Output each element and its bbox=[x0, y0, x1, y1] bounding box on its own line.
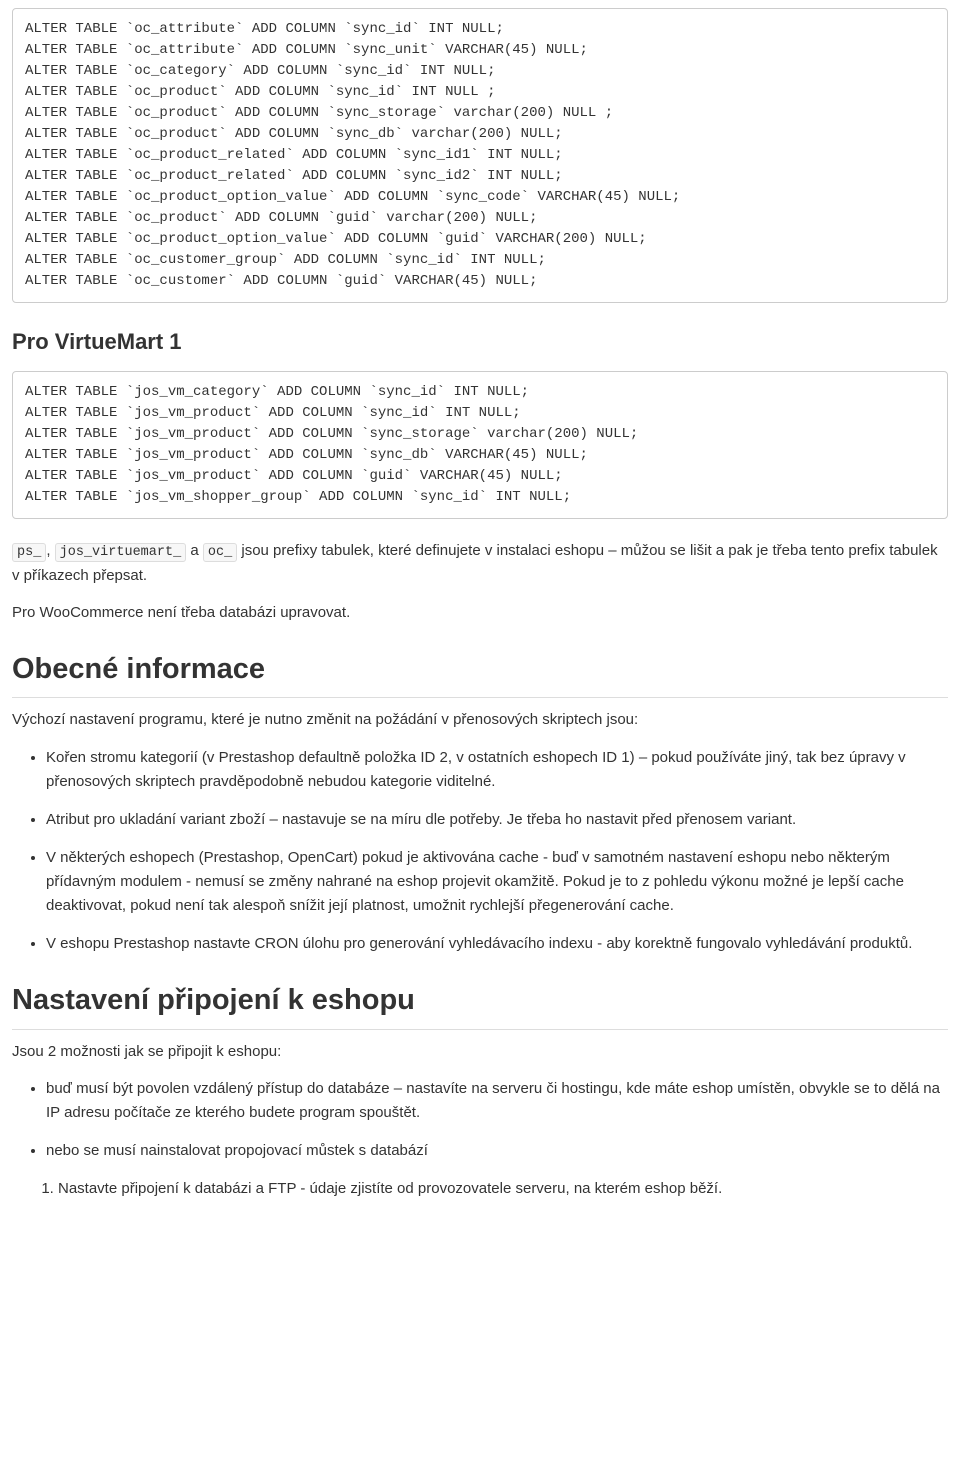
pripojeni-ordered-list: Nastavte připojení k databázi a FTP - úd… bbox=[12, 1177, 948, 1201]
list-item: nebo se musí nainstalovat propojovací mů… bbox=[46, 1139, 948, 1163]
prefix-code-oc: oc_ bbox=[203, 543, 237, 562]
list-item: Atribut pro ukladání variant zboží – nas… bbox=[46, 808, 948, 832]
sql-code-block-virtuemart: ALTER TABLE `jos_vm_category` ADD COLUMN… bbox=[12, 371, 948, 519]
separator-text: , bbox=[46, 542, 54, 559]
heading-nastaveni-pripojeni: Nastavení připojení k eshopu bbox=[12, 978, 948, 1030]
intro-obecne: Výchozí nastavení programu, které je nut… bbox=[12, 708, 948, 731]
prefix-paragraph: ps_, jos_virtuemart_ a oc_ jsou prefixy … bbox=[12, 539, 948, 587]
list-item: V eshopu Prestashop nastavte CRON úlohu … bbox=[46, 932, 948, 956]
list-item: buď musí být povolen vzdálený přístup do… bbox=[46, 1077, 948, 1125]
list-item: V některých eshopech (Prestashop, OpenCa… bbox=[46, 846, 948, 918]
obecne-list: Kořen stromu kategorií (v Prestashop def… bbox=[12, 746, 948, 956]
intro-pripojeni: Jsou 2 možnosti jak se připojit k eshopu… bbox=[12, 1040, 948, 1063]
prefix-code-ps: ps_ bbox=[12, 543, 46, 562]
pripojeni-list: buď musí být povolen vzdálený přístup do… bbox=[12, 1077, 948, 1163]
list-item: Kořen stromu kategorií (v Prestashop def… bbox=[46, 746, 948, 794]
separator-text: a bbox=[186, 542, 203, 559]
list-item: Nastavte připojení k databázi a FTP - úd… bbox=[58, 1177, 948, 1201]
sql-code-block-opencart: ALTER TABLE `oc_attribute` ADD COLUMN `s… bbox=[12, 8, 948, 303]
heading-virtuemart: Pro VirtueMart 1 bbox=[12, 325, 948, 359]
heading-obecne-informace: Obecné informace bbox=[12, 647, 948, 699]
woocommerce-note: Pro WooCommerce není třeba databázi upra… bbox=[12, 601, 948, 624]
prefix-code-jos: jos_virtuemart_ bbox=[55, 543, 187, 562]
